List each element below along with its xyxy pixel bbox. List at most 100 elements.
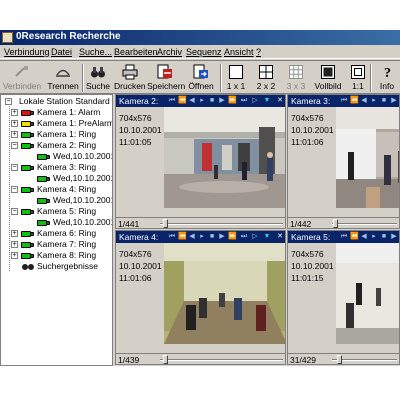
camera-image <box>336 107 399 208</box>
toolbar-button-info[interactable]: ? Info <box>375 63 399 93</box>
expand-toggle-icon[interactable] <box>11 186 18 193</box>
stop-icon[interactable]: ■ <box>380 233 388 241</box>
collapse-toggle-icon[interactable] <box>5 98 12 105</box>
tree-camera-item[interactable]: Kamera 1: PreAlarm <box>1 118 112 129</box>
last-icon[interactable]: ⏭ <box>240 233 248 241</box>
close-icon[interactable]: ✕ <box>276 97 284 105</box>
toolbar-button-speichern[interactable]: Speichern <box>147 63 185 93</box>
toolbar-button-trennen[interactable]: Trennen <box>44 63 82 93</box>
playback-slider-thumb[interactable] <box>163 219 168 228</box>
step-icon[interactable]: ▸ <box>198 233 206 241</box>
playback-slider[interactable] <box>160 223 283 225</box>
camera-panel-4: Kamera 4: ⏮ ⏪ ◀ ▸ ■ ▶ ⏩ ⏭ ▷ ▼ ✕ 704x576 10.10.2001 11:… <box>115 230 286 365</box>
tree-camera-item[interactable]: Kamera 3: Ring <box>1 162 112 173</box>
expand-toggle-icon[interactable] <box>11 109 18 116</box>
play-icon[interactable]: ▶ <box>390 233 398 241</box>
tree-camera-item[interactable]: Kamera 5: Ring <box>1 206 112 217</box>
tree-camera-item[interactable]: Kamera 8: Ring <box>1 250 112 261</box>
step-icon[interactable]: ▸ <box>198 97 206 105</box>
toolbar-button-vollbild[interactable]: Vollbild <box>313 63 343 93</box>
step-icon[interactable]: ▸ <box>370 233 378 241</box>
first-icon[interactable]: ⏮ <box>168 97 176 105</box>
playback-slider-thumb[interactable] <box>333 219 338 228</box>
menu-datei[interactable]: Datei <box>51 47 72 57</box>
expand-toggle-icon[interactable] <box>11 131 18 138</box>
tree-item-label: Wed,10.10.2001 <box>53 173 113 183</box>
toolbar-button-2x2[interactable]: 2 x 2 <box>253 63 279 93</box>
expand-toggle-icon[interactable] <box>11 230 18 237</box>
back-icon[interactable]: ◀ <box>360 97 368 105</box>
expand-toggle-icon[interactable] <box>11 252 18 259</box>
title-bar[interactable]: 0Research Recherche <box>0 30 400 45</box>
fast-forward-icon[interactable]: ⏩ <box>228 233 237 241</box>
tree-date-item[interactable]: Wed,10.10.2001 <box>1 217 112 228</box>
camera-views: Kamera 2: ⏮ ⏪ ◀ ▸ ■ ▶ ⏩ ⏭ ▷ ▼ ✕ 704x576 10.10.2001 11:… <box>115 94 400 366</box>
playback-slider-thumb[interactable] <box>337 355 342 364</box>
back-icon[interactable]: ◀ <box>360 233 368 241</box>
playback-slider[interactable] <box>160 359 283 361</box>
menu-verbindung[interactable]: Verbindung <box>4 47 50 57</box>
stop-icon[interactable]: ■ <box>380 97 388 105</box>
tree-root[interactable]: Lokale Station Standard <box>3 96 112 107</box>
toolbar-button-label: Öffnen <box>188 81 214 91</box>
panel-title: Kamera 2: <box>119 96 159 106</box>
back-icon[interactable]: ◀ <box>188 233 196 241</box>
menu-sequenz[interactable]: Sequenz <box>186 47 222 57</box>
toolbar-button-1x1[interactable]: 1 x 1 <box>223 63 249 93</box>
playback-slider[interactable] <box>332 223 397 225</box>
rewind-icon[interactable]: ⏪ <box>350 97 359 105</box>
panel-header: Kamera 2: ⏮ ⏪ ◀ ▸ ■ ▶ ⏩ ⏭ ▷ ▼ ✕ <box>116 95 285 107</box>
tree-item-label: Kamera 7: Ring <box>37 239 97 249</box>
tree-camera-item[interactable]: Kamera 1: Ring <box>1 129 112 140</box>
tree-date-item[interactable]: Wed,10.10.2001 <box>1 151 112 162</box>
play-icon[interactable]: ▶ <box>218 233 226 241</box>
toolbar-button-suche[interactable]: Suche <box>84 63 112 93</box>
play-icon[interactable]: ▶ <box>218 97 226 105</box>
menu-help[interactable]: ? <box>256 47 261 57</box>
tree-date-item[interactable]: Wed,10.10.2001 <box>1 173 113 184</box>
close-icon[interactable]: ✕ <box>276 233 284 241</box>
first-icon[interactable]: ⏮ <box>340 233 348 241</box>
tree-camera-item[interactable]: Kamera 6: Ring <box>1 228 112 239</box>
last-icon[interactable]: ⏭ <box>240 97 248 105</box>
toolbar-button-label: 1:1 <box>352 81 364 91</box>
expand-toggle-icon[interactable] <box>11 120 18 127</box>
rewind-icon[interactable]: ⏪ <box>178 233 187 241</box>
next-icon[interactable]: ▷ <box>251 233 259 241</box>
playback-slider-thumb[interactable] <box>163 355 168 364</box>
expand-toggle-icon[interactable] <box>11 208 18 215</box>
rewind-icon[interactable]: ⏪ <box>178 97 187 105</box>
play-icon[interactable]: ▶ <box>390 97 398 105</box>
frame-counter: 1/439 <box>118 355 140 365</box>
filter-icon[interactable]: ▼ <box>263 97 271 105</box>
toolbar-button-drucken[interactable]: Drucken <box>114 63 146 93</box>
stop-icon[interactable]: ■ <box>208 233 216 241</box>
tree-date-item[interactable]: Wed,10.10.2001 <box>1 195 112 206</box>
menu-ansicht[interactable]: Ansicht <box>224 47 254 57</box>
filter-icon[interactable]: ▼ <box>263 233 271 241</box>
expand-toggle-icon[interactable] <box>11 142 18 149</box>
stop-icon[interactable]: ■ <box>208 97 216 105</box>
back-icon[interactable]: ◀ <box>188 97 196 105</box>
first-icon[interactable]: ⏮ <box>168 233 176 241</box>
menu-suche[interactable]: Suche... <box>79 47 112 57</box>
next-icon[interactable]: ▷ <box>251 97 259 105</box>
tree-root-label: Lokale Station Standard <box>19 96 110 106</box>
expand-toggle-icon[interactable] <box>11 164 18 171</box>
camera-tree[interactable]: Lokale Station StandardKamera 1: AlarmKa… <box>0 94 113 366</box>
toolbar-button-öffnen[interactable]: Öffnen <box>186 63 216 93</box>
window-title: 0Research Recherche <box>16 31 121 42</box>
tree-search-results[interactable]: Suchergebnisse <box>1 261 112 272</box>
fast-forward-icon[interactable]: ⏩ <box>228 97 237 105</box>
toolbar-button-11[interactable]: 1:1 <box>346 63 370 93</box>
tree-camera-item[interactable]: Kamera 7: Ring <box>1 239 112 250</box>
tree-camera-item[interactable]: Kamera 2: Ring <box>1 140 112 151</box>
tree-camera-item[interactable]: Kamera 4: Ring <box>1 184 112 195</box>
first-icon[interactable]: ⏮ <box>340 97 348 105</box>
expand-toggle-icon[interactable] <box>11 241 18 248</box>
rewind-icon[interactable]: ⏪ <box>350 233 359 241</box>
tree-camera-item[interactable]: Kamera 1: Alarm <box>1 107 112 118</box>
menu-archiv[interactable]: Archiv <box>157 47 182 57</box>
menu-bearbeiten[interactable]: Bearbeiten <box>114 47 158 57</box>
step-icon[interactable]: ▸ <box>370 97 378 105</box>
